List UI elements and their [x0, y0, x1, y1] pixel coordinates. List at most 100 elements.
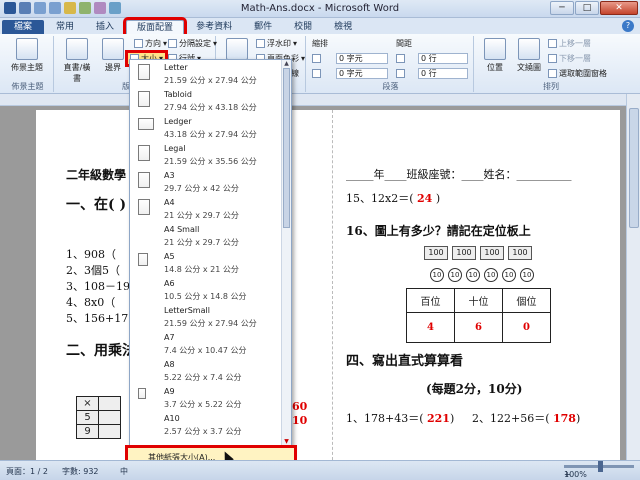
- zoom-in-icon[interactable]: +: [564, 470, 571, 479]
- paper-icon: [138, 172, 150, 188]
- text-direction-button[interactable]: 直書/橫書: [60, 38, 94, 84]
- watermark-label: 浮水印: [267, 39, 291, 48]
- paper-dims: 2.57 公分 x 3.7 公分: [164, 427, 242, 436]
- language-indicator[interactable]: 中: [120, 466, 128, 477]
- horizontal-ruler[interactable]: [0, 94, 640, 106]
- paper-icon: [138, 145, 150, 161]
- themes-group: 佈景主題 佈景主題: [2, 36, 54, 92]
- calc-1: 1、178+43＝( 221): [346, 412, 455, 425]
- help-icon[interactable]: ?: [622, 20, 634, 32]
- paper-name: Ledger: [164, 117, 192, 126]
- selection-pane-icon: [548, 69, 557, 78]
- ten-coin-1: 10: [430, 268, 444, 282]
- margins-button[interactable]: 邊界: [96, 38, 130, 73]
- question-15-answer: 24: [417, 192, 433, 205]
- question-15-close: ): [435, 192, 441, 205]
- orientation-button[interactable]: 方向 ▾: [134, 38, 167, 49]
- paper-dims: 7.4 公分 x 10.47 公分: [164, 346, 247, 355]
- vertical-scrollbar[interactable]: [626, 94, 640, 460]
- zoom-slider-knob[interactable]: [598, 461, 603, 472]
- window-title: Math-Ans.docx - Microsoft Word: [240, 3, 400, 14]
- hundred-block-3: 100: [480, 246, 504, 260]
- paper-name: A4: [164, 198, 175, 207]
- paper-dims: 27.94 公分 x 43.18 公分: [164, 103, 257, 112]
- paper-icon: [138, 199, 150, 215]
- hundred-block-1: 100: [424, 246, 448, 260]
- send-backward-icon: [548, 54, 557, 63]
- right-edge-answer-2: 10: [292, 414, 308, 427]
- close-button[interactable]: ✕: [600, 1, 638, 15]
- ribbon: 佈景主題 佈景主題 直書/橫書 邊界 方向 ▾ 大小 ▾ 分隔設定 ▾ 行號 ▾…: [0, 34, 640, 94]
- calc-2: 2、122+56＝( 178): [472, 412, 581, 425]
- indent-left-input[interactable]: 0 字元: [336, 53, 388, 64]
- spacing-before-input[interactable]: 0 行: [418, 53, 468, 64]
- paper-size-a10[interactable]: A10 2.57 公分 x 3.7 公分: [130, 411, 283, 443]
- themes-button[interactable]: 佈景主題: [10, 38, 44, 73]
- pv-value-ones: 0: [502, 312, 551, 343]
- paper-name: A7: [164, 333, 175, 342]
- ribbon-tabs: 檔案 常用 插入 版面配置 參考資料 郵件 校閱 檢視 ?: [0, 17, 640, 37]
- tab-mailings[interactable]: 郵件: [244, 20, 282, 34]
- spacing-after-input[interactable]: 0 行: [418, 68, 468, 79]
- tab-view[interactable]: 檢視: [324, 20, 362, 34]
- paper-size-dropdown: Letter 21.59 公分 x 27.94 公分 Tabloid 27.94…: [125, 59, 297, 473]
- scroll-down-icon[interactable]: ▼: [282, 438, 291, 446]
- minimize-button[interactable]: ─: [550, 1, 574, 15]
- tab-home[interactable]: 常用: [46, 20, 84, 34]
- page-count[interactable]: 頁面：1 / 2: [6, 466, 48, 477]
- send-backward-button[interactable]: 下移一層: [548, 53, 591, 64]
- paper-name: Tabloid: [164, 90, 192, 99]
- themes-group-label: 佈景主題: [11, 82, 44, 91]
- left-line-4: 4、8x0（: [66, 296, 116, 309]
- pv-header-ones: 個位: [502, 288, 551, 313]
- paper-name: Legal: [164, 144, 186, 153]
- place-value-table: 百位 十位 個位 4 6 0: [406, 288, 551, 343]
- paper-icon: [138, 64, 150, 80]
- bring-forward-icon: [548, 39, 557, 48]
- text-direction-label: 直書/橫書: [63, 63, 91, 83]
- position-label: 位置: [487, 63, 503, 72]
- tab-references[interactable]: 參考資料: [186, 20, 242, 34]
- maximize-button[interactable]: □: [575, 1, 599, 15]
- paper-dims: 21.59 公分 x 35.56 公分: [164, 157, 257, 166]
- pv-value-hundreds: 4: [406, 312, 455, 343]
- send-backward-label: 下移一層: [559, 54, 591, 63]
- indent-left-icon: [312, 53, 321, 64]
- dropdown-scrollbar[interactable]: ▲ ▼: [281, 60, 291, 446]
- mul-row-1: 5: [76, 410, 99, 425]
- dropdown-scroll-thumb[interactable]: [283, 68, 290, 228]
- paper-dims: 21.59 公分 x 27.94 公分: [164, 76, 257, 85]
- paragraph-group-label: 段落: [382, 82, 399, 91]
- right-edge-answer-1: 60: [292, 400, 308, 413]
- spacing-before-icon: [396, 53, 405, 64]
- tab-review[interactable]: 校閱: [284, 20, 322, 34]
- paper-name: LetterSmall: [164, 306, 210, 315]
- tab-insert[interactable]: 插入: [86, 20, 124, 34]
- indent-right-input[interactable]: 0 字元: [336, 68, 388, 79]
- zoom-control: 100% − +: [564, 461, 634, 479]
- tab-page-layout[interactable]: 版面配置: [123, 17, 188, 37]
- left-line-5: 5、156+17: [66, 312, 129, 325]
- selection-pane-button[interactable]: 選取範圍窗格: [548, 68, 607, 79]
- bring-forward-button[interactable]: 上移一層: [548, 38, 591, 49]
- zoom-slider[interactable]: [564, 461, 634, 472]
- paper-name: A3: [164, 171, 175, 180]
- spacing-label: 間距: [396, 39, 412, 48]
- scroll-up-icon[interactable]: ▲: [282, 60, 291, 68]
- position-button[interactable]: 位置: [478, 38, 512, 73]
- document-page[interactable]: 二年級數學 一、在( ) 1、908（ 2、3個5（ 3、108－19 4、8x…: [36, 110, 620, 460]
- orientation-label: 方向: [145, 39, 161, 48]
- word-count[interactable]: 字數: 932: [62, 466, 99, 477]
- paper-dims: 21.59 公分 x 27.94 公分: [164, 319, 257, 328]
- paper-dims: 21 公分 x 29.7 公分: [164, 238, 239, 247]
- paper-dims: 21 公分 x 29.7 公分: [164, 211, 239, 220]
- watermark-dropdown[interactable]: 浮水印 ▾: [256, 38, 297, 49]
- tab-file[interactable]: 檔案: [2, 20, 45, 34]
- left-title: 二年級數學: [66, 168, 127, 182]
- scrollbar-thumb[interactable]: [629, 108, 639, 228]
- wrap-text-button[interactable]: 文繞圖: [512, 38, 546, 73]
- paper-icon: [138, 118, 154, 130]
- indent-right-icon: [312, 68, 321, 79]
- wrap-text-icon: [518, 38, 540, 60]
- breaks-button[interactable]: 分隔設定 ▾: [168, 38, 217, 49]
